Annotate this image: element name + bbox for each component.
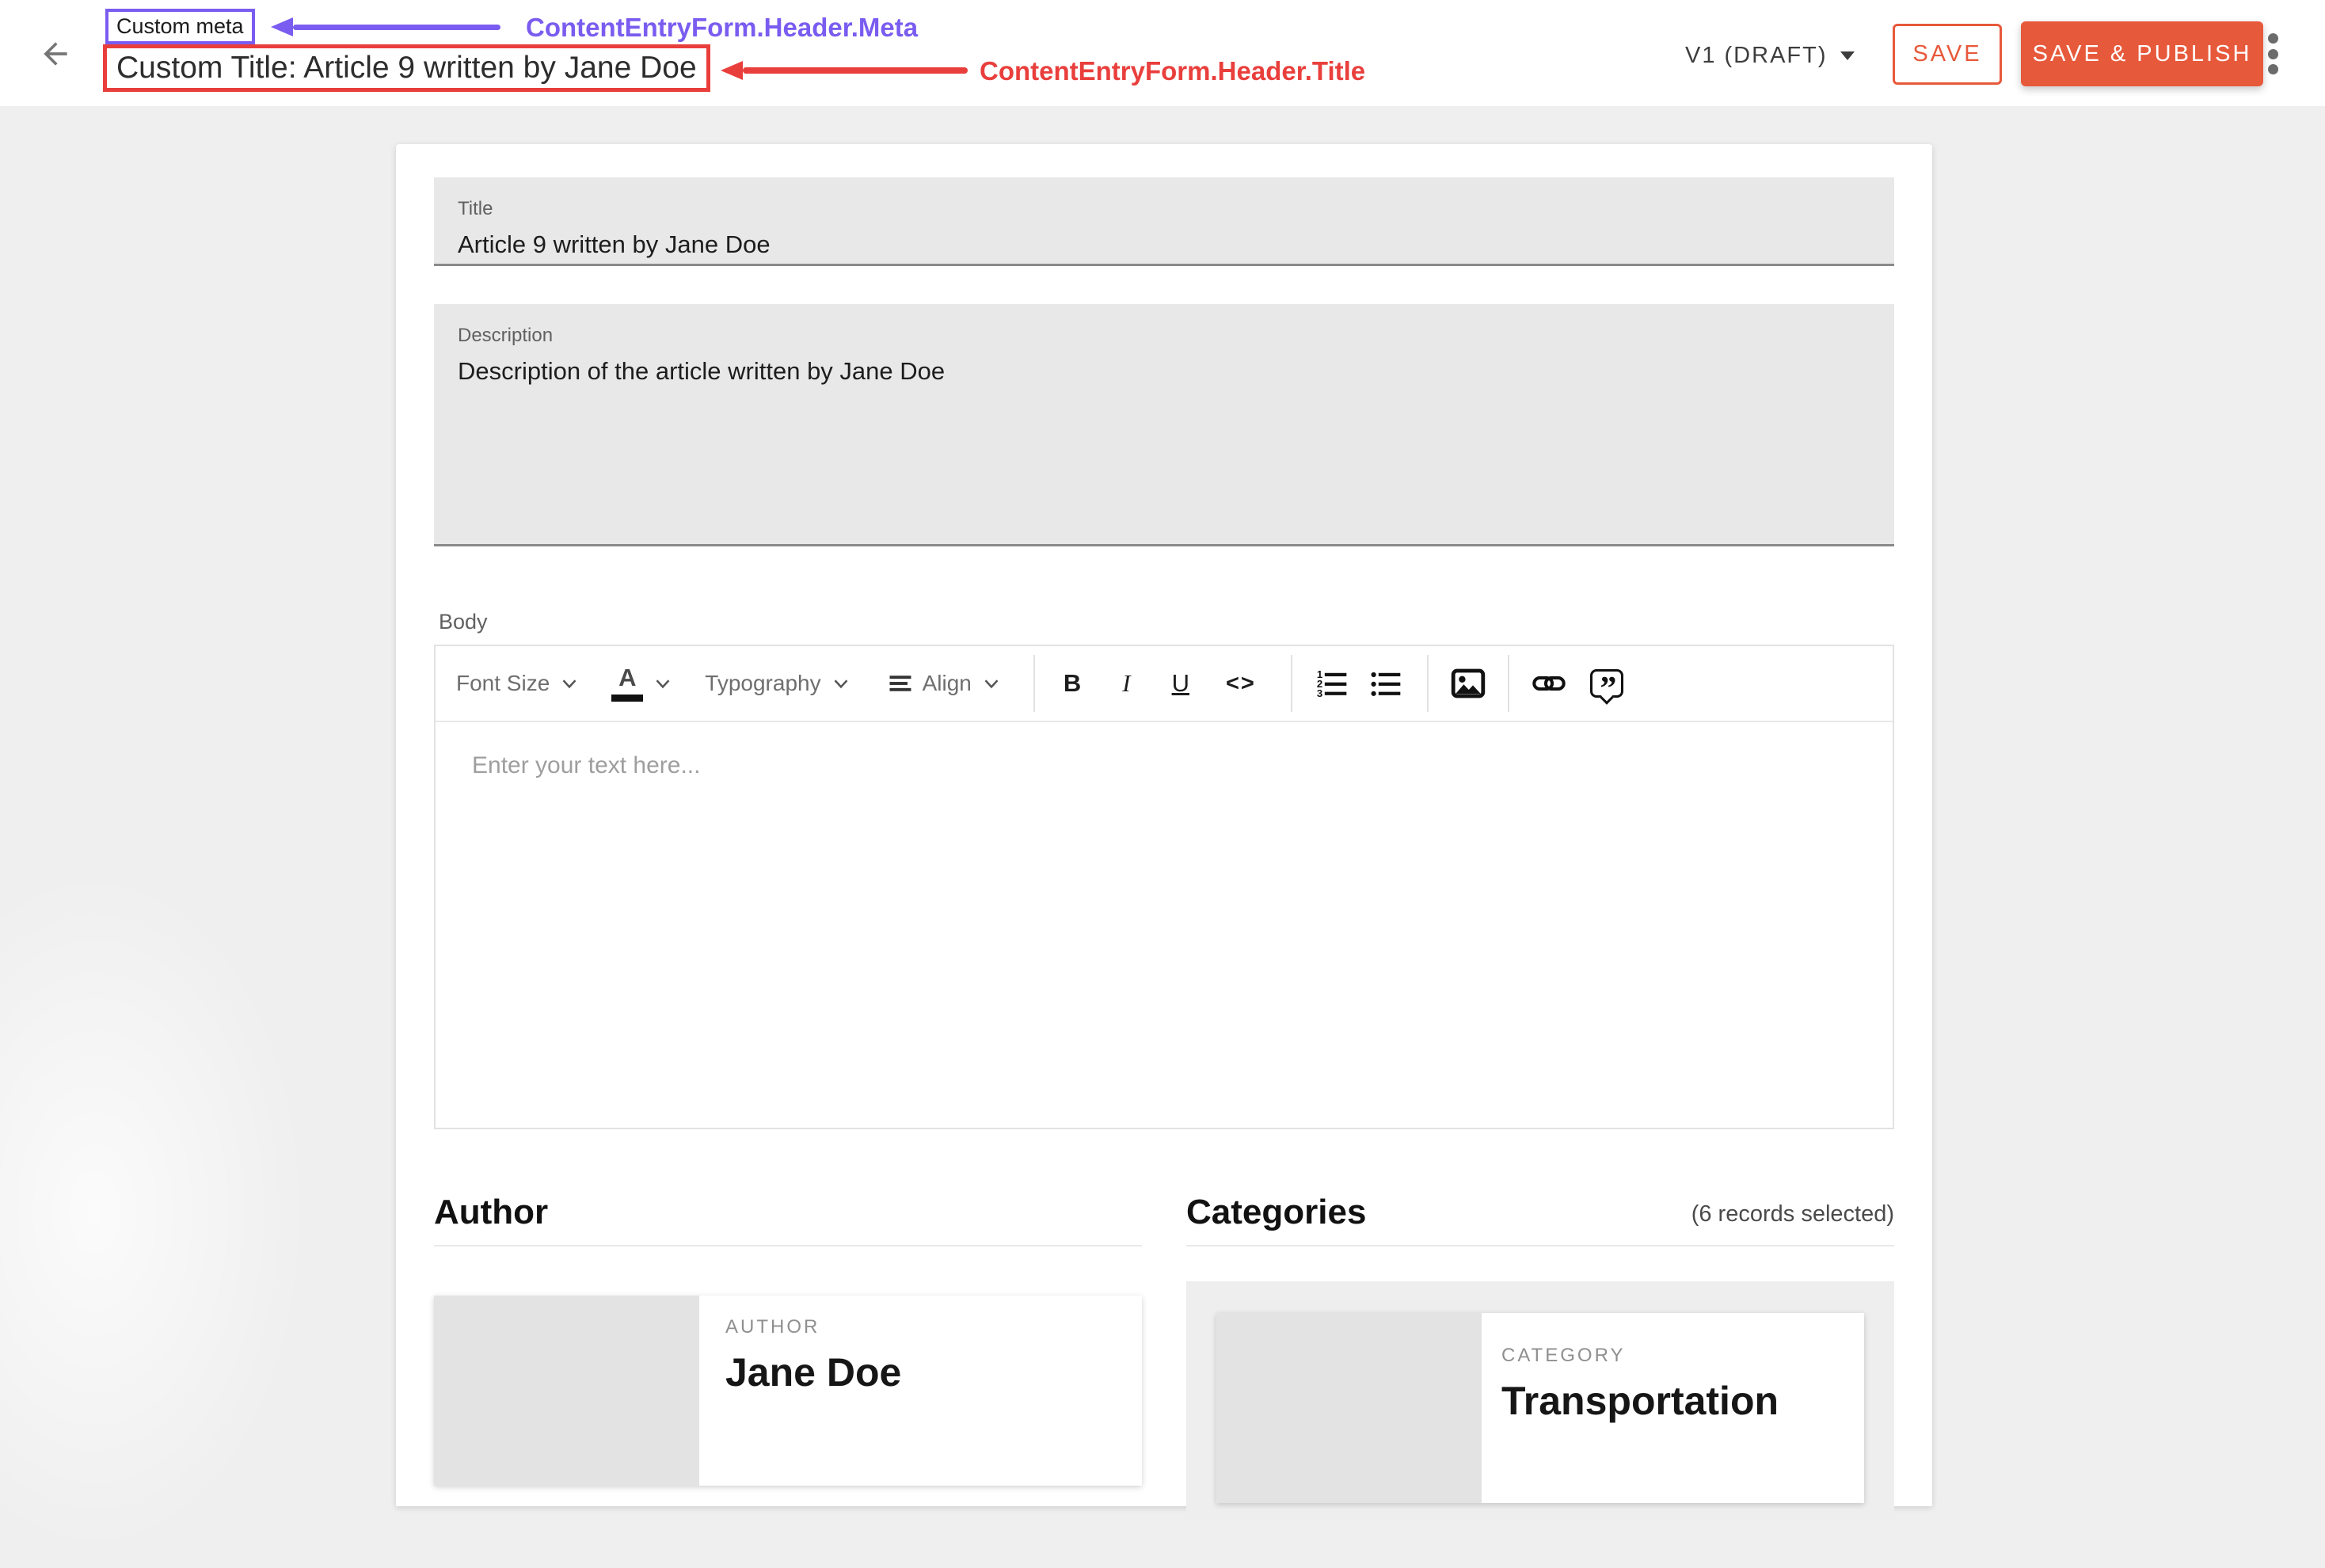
category-thumbnail [1216,1313,1482,1503]
save-publish-button[interactable]: SAVE & PUBLISH [2021,21,2263,86]
entry-title-heading: Custom Title: Article 9 written by Jane … [103,44,710,92]
description-field-value: Description of the article written by Ja… [458,357,1870,386]
top-app-bar: Custom meta Custom Title: Article 9 writ… [0,0,2325,106]
insert-link-button[interactable] [1532,666,1566,701]
caret-down-icon [1840,51,1855,60]
save-button-label: SAVE [1912,41,1981,67]
background-gradient [0,855,317,1568]
ordered-list-icon: 1 2 3 [1315,666,1349,701]
title-annotation-label: ContentEntryForm.Header.Title [980,56,1365,86]
editor-toolbar: Font Size A Typography [436,646,1893,722]
author-record-value: Jane Doe [725,1349,901,1395]
toolbar-separator [1427,655,1429,712]
categories-section-title: Categories [1186,1193,1366,1232]
code-button[interactable]: <> [1226,671,1256,697]
align-icon [886,669,915,698]
toolbar-separator [1033,655,1035,712]
more-options-button[interactable] [2257,33,2289,74]
categories-section: Categories (6 records selected) CATEGORY… [1186,1189,1894,1519]
quote-button[interactable]: ” [1590,669,1623,698]
image-icon [1449,664,1487,702]
version-selector[interactable]: V1 (DRAFT) [1685,38,1855,73]
back-button[interactable] [38,36,73,71]
entry-title-text: Custom Title: Article 9 written by Jane … [116,51,697,85]
section-divider [434,1245,1142,1246]
align-label: Align [923,671,972,696]
title-annotation-arrow [721,61,968,80]
body-field-group: Body Font Size A Typography [434,610,1894,1129]
chevron-down-icon [829,672,853,695]
title-field-value: Article 9 written by Jane Doe [458,230,1870,259]
unordered-list-button[interactable] [1368,666,1403,701]
categories-records-list: CATEGORY Transportation [1186,1281,1894,1519]
typography-dropdown[interactable]: Typography [705,671,852,696]
unordered-list-icon [1368,666,1403,701]
version-label: V1 (DRAFT) [1685,43,1828,69]
font-size-label: Font Size [456,671,550,696]
meta-annotation-arrow [271,17,500,36]
arrow-head-icon [721,61,743,80]
author-section-title: Author [434,1193,548,1232]
kebab-menu-icon [2268,33,2278,44]
back-arrow-icon [38,36,73,71]
chevron-down-icon [557,672,581,695]
svg-text:3: 3 [1317,687,1322,699]
italic-button[interactable]: I [1122,669,1130,698]
toolbar-separator [1291,655,1292,712]
author-record-label: AUTHOR [725,1316,901,1338]
arrow-head-icon [271,17,293,36]
body-editor-area[interactable]: Enter your text here... [436,722,1893,1128]
category-record-label: CATEGORY [1501,1345,1779,1367]
body-field-label: Body [439,610,1894,634]
reference-sections: Author AUTHOR Jane Doe Categories (6 rec… [434,1189,1894,1519]
content-entry-form-card: Title Article 9 written by Jane Doe Desc… [396,144,1932,1506]
author-thumbnail [434,1296,699,1486]
save-button[interactable]: SAVE [1893,24,2002,85]
color-swatch-bar [611,695,643,702]
arrow-line [293,25,500,30]
author-record-card[interactable]: AUTHOR Jane Doe [434,1296,1142,1486]
insert-image-button[interactable] [1449,664,1487,702]
entry-meta-badge: Custom meta [105,9,255,44]
save-publish-button-label: SAVE & PUBLISH [2033,41,2252,67]
meta-annotation-label: ContentEntryForm.Header.Meta [526,13,918,43]
arrow-line [743,67,968,74]
description-field[interactable]: Description Description of the article w… [434,304,1894,546]
font-size-dropdown[interactable]: Font Size [456,671,581,696]
category-record-card[interactable]: CATEGORY Transportation [1216,1313,1864,1503]
toolbar-separator [1508,655,1509,712]
title-field[interactable]: Title Article 9 written by Jane Doe [434,177,1894,266]
underline-button[interactable]: U [1172,669,1189,698]
chevron-down-icon [980,672,1003,695]
section-divider [1186,1245,1894,1246]
entry-meta-text: Custom meta [116,14,244,38]
category-record-value: Transportation [1501,1378,1779,1424]
link-icon [1532,666,1566,701]
text-color-icon: A [611,666,643,702]
description-field-label: Description [458,325,1870,347]
chevron-down-icon [651,672,675,695]
align-dropdown[interactable]: Align [886,669,1003,698]
quote-icon: ” [1590,669,1623,698]
title-field-label: Title [458,198,1870,220]
rich-text-editor: Font Size A Typography [434,645,1894,1129]
text-color-dropdown[interactable]: A [611,666,675,702]
bold-button[interactable]: B [1064,669,1081,698]
body-placeholder: Enter your text here... [472,752,1856,779]
author-section: Author AUTHOR Jane Doe [434,1189,1142,1519]
categories-selection-count: (6 records selected) [1691,1201,1894,1232]
ordered-list-button[interactable]: 1 2 3 [1315,666,1349,701]
content-entry-page: { "header": { "meta": "Custom meta", "ti… [0,0,2325,1378]
typography-label: Typography [705,671,820,696]
